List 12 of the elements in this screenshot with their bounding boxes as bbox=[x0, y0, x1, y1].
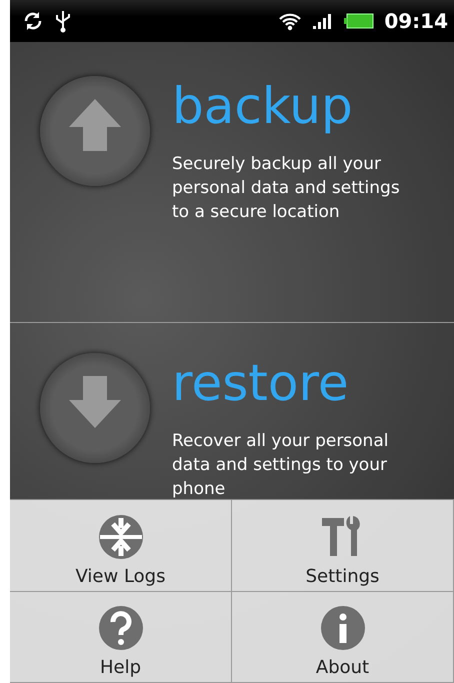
menu-item[interactable]: Help bbox=[10, 592, 232, 683]
menu-item[interactable]: View Logs bbox=[10, 500, 232, 592]
sync-icon bbox=[22, 10, 44, 32]
battery-icon bbox=[344, 13, 374, 29]
section-description: Recover all your personal data and settings to your phone bbox=[172, 430, 390, 501]
usb-icon bbox=[54, 9, 72, 33]
wifi-icon bbox=[278, 11, 302, 31]
menu-item[interactable]: About bbox=[232, 592, 454, 683]
status-time: 09:14 bbox=[384, 9, 448, 33]
section-description: Securely backup all your personal data and settings to a secure location bbox=[172, 153, 401, 224]
menu-item[interactable]: Settings bbox=[232, 500, 454, 592]
section-title[interactable]: backup bbox=[172, 76, 417, 136]
